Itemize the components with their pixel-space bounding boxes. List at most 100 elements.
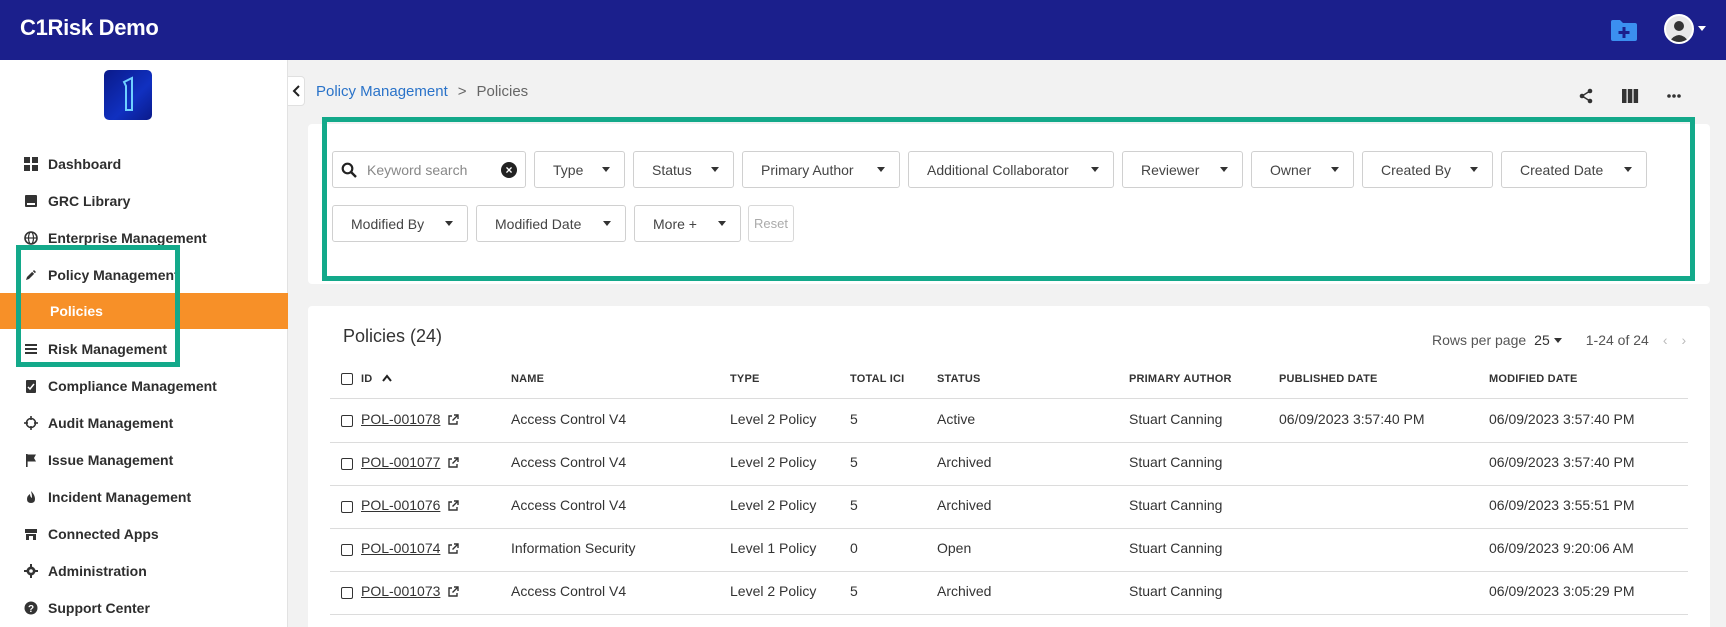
user-menu-button[interactable]	[1664, 14, 1706, 46]
sidebar-item-support-center[interactable]: ? Support Center	[0, 590, 288, 626]
row-divider	[330, 442, 1688, 443]
sidebar-item-incident-management[interactable]: Incident Management	[0, 479, 288, 515]
pagination-bar: Rows per page 25 1-24 of 24 ‹ ›	[1432, 332, 1686, 348]
flame-icon	[24, 490, 38, 504]
external-link-icon[interactable]	[447, 414, 459, 426]
row-checkbox[interactable]	[341, 544, 353, 556]
next-page-icon[interactable]: ›	[1681, 332, 1686, 348]
cell-status: Archived	[937, 497, 992, 513]
policy-id-link[interactable]: POL-001077	[361, 454, 440, 470]
company-logo[interactable]	[104, 70, 152, 120]
breadcrumb: Policy Management > Policies	[316, 83, 528, 100]
folder-plus-icon[interactable]	[1610, 18, 1638, 42]
page-range: 1-24 of 24	[1585, 332, 1649, 348]
policy-id-link[interactable]: POL-001074	[361, 540, 440, 556]
top-bar: C1Risk Demo	[0, 0, 1726, 60]
cell-status: Active	[937, 411, 976, 427]
column-header-total-ici[interactable]: TOTAL ICI	[850, 373, 904, 385]
columns-icon[interactable]	[1620, 86, 1640, 106]
sidebar-item-label: Administration	[48, 563, 147, 579]
svg-text:?: ?	[28, 604, 34, 615]
cell-name: Access Control V4	[511, 583, 627, 599]
policy-id-link[interactable]: POL-001073	[361, 583, 440, 599]
highlight-box-filters	[322, 117, 1695, 281]
external-link-icon[interactable]	[447, 586, 459, 598]
crosshair-icon	[24, 416, 38, 430]
row-checkbox[interactable]	[341, 587, 353, 599]
sidebar-item-audit-management[interactable]: Audit Management	[0, 405, 288, 441]
cell-name: Access Control V4	[511, 497, 627, 513]
cell-name: Access Control V4	[511, 411, 627, 427]
column-header-name[interactable]: NAME	[511, 373, 544, 385]
cell-modified: 06/09/2023 3:57:40 PM	[1489, 454, 1635, 470]
cell-status: Open	[937, 540, 972, 556]
row-divider	[330, 485, 1688, 486]
external-link-icon[interactable]	[447, 543, 459, 555]
cell-author: Stuart Canning	[1129, 540, 1223, 556]
caret-down-icon	[1553, 337, 1562, 343]
sidebar-item-issue-management[interactable]: Issue Management	[0, 442, 288, 478]
header-divider	[330, 398, 1688, 399]
breadcrumb-link-policy-management[interactable]: Policy Management	[316, 83, 448, 100]
column-header-status[interactable]: STATUS	[937, 373, 981, 385]
table-title: Policies (24)	[343, 326, 443, 346]
column-header-published-date[interactable]: PUBLISHED DATE	[1279, 373, 1378, 385]
row-checkbox[interactable]	[341, 501, 353, 513]
cell-modified: 06/09/2023 3:05:29 PM	[1489, 583, 1635, 599]
sidebar-item-label: GRC Library	[48, 193, 131, 209]
cell-status: Archived	[937, 454, 992, 470]
select-all-checkbox[interactable]	[341, 373, 353, 385]
column-header-id[interactable]: ID	[361, 373, 392, 385]
cell-author: Stuart Canning	[1129, 454, 1223, 470]
sidebar-item-compliance-management[interactable]: Compliance Management	[0, 368, 288, 404]
question-circle-icon: ?	[24, 601, 38, 615]
sidebar-item-grc-library[interactable]: GRC Library	[0, 183, 288, 219]
sidebar-item-label: Issue Management	[48, 452, 174, 468]
policy-id-link[interactable]: POL-001078	[361, 411, 440, 427]
row-divider	[330, 571, 1688, 572]
external-link-icon[interactable]	[447, 457, 459, 469]
sidebar-item-connected-apps[interactable]: Connected Apps	[0, 516, 288, 552]
book-icon	[24, 194, 38, 208]
row-divider	[330, 614, 1688, 615]
sidebar-item-dashboard[interactable]: Dashboard	[0, 146, 288, 182]
cell-ici: 5	[850, 454, 858, 470]
cell-type: Level 2 Policy	[730, 583, 817, 599]
column-header-primary-author[interactable]: PRIMARY AUTHOR	[1129, 373, 1232, 385]
cell-type: Level 2 Policy	[730, 497, 817, 513]
collapse-sidebar-button[interactable]	[288, 76, 305, 106]
app-title: C1Risk Demo	[20, 15, 159, 40]
cell-published: 06/09/2023 3:57:40 PM	[1279, 411, 1425, 427]
flag-icon	[24, 453, 38, 467]
cell-type: Level 2 Policy	[730, 454, 817, 470]
sidebar-item-label: Dashboard	[48, 156, 122, 172]
cell-type: Level 2 Policy	[730, 411, 817, 427]
chevron-left-icon	[292, 85, 300, 97]
cell-status: Archived	[937, 583, 992, 599]
cell-modified: 06/09/2023 3:55:51 PM	[1489, 497, 1635, 513]
rows-per-page-select[interactable]: 25	[1534, 332, 1562, 348]
sidebar-item-label: Support Center	[48, 600, 150, 616]
row-checkbox[interactable]	[341, 458, 353, 470]
cell-ici: 5	[850, 411, 858, 427]
page-actions	[1576, 86, 1684, 106]
prev-page-icon[interactable]: ‹	[1663, 332, 1668, 348]
row-checkbox[interactable]	[341, 415, 353, 427]
policy-id-link[interactable]: POL-001076	[361, 497, 440, 513]
cell-modified: 06/09/2023 9:20:06 AM	[1489, 540, 1634, 556]
clipboard-check-icon	[24, 379, 38, 393]
cell-author: Stuart Canning	[1129, 411, 1223, 427]
store-icon	[24, 527, 38, 541]
sidebar-item-label: Connected Apps	[48, 526, 159, 542]
sidebar-item-administration[interactable]: Administration	[0, 553, 288, 589]
external-link-icon[interactable]	[447, 500, 459, 512]
column-header-type[interactable]: TYPE	[730, 373, 760, 385]
cell-name: Access Control V4	[511, 454, 627, 470]
column-header-modified-date[interactable]: MODIFIED DATE	[1489, 373, 1578, 385]
cell-type: Level 1 Policy	[730, 540, 817, 556]
share-icon[interactable]	[1576, 86, 1596, 106]
highlight-box-sidebar	[16, 245, 180, 367]
breadcrumb-separator: >	[457, 83, 467, 100]
more-options-icon[interactable]	[1664, 86, 1684, 106]
chevron-down-icon	[1698, 26, 1706, 31]
